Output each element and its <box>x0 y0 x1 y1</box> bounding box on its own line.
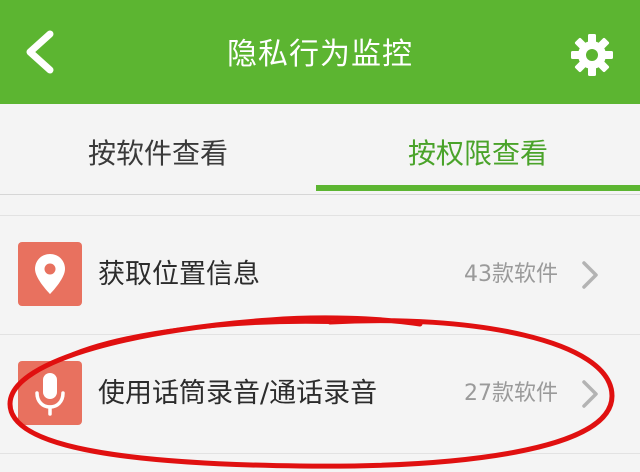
app-count: 43款软件 <box>464 262 558 287</box>
permission-list: 获取位置信息 43款软件 使用话筒录音/通话录音 27款软件 <box>0 215 640 454</box>
list-item-location[interactable]: 获取位置信息 43款软件 <box>0 216 640 335</box>
tab-by-permission[interactable]: 按权限查看 <box>316 104 640 194</box>
tab-bar: 按软件查看 按权限查看 <box>0 104 640 195</box>
microphone-icon <box>18 361 82 425</box>
page-title: 隐私行为监控 <box>227 37 413 72</box>
tab-selected-indicator <box>316 185 640 191</box>
title-bar: 隐私行为监控 <box>0 0 640 104</box>
chevron-right-icon <box>582 261 598 289</box>
tab-by-app[interactable]: 按软件查看 <box>0 104 316 194</box>
list-item-microphone[interactable]: 使用话筒录音/通话录音 27款软件 <box>0 335 640 454</box>
list-item-label: 获取位置信息 <box>98 259 260 290</box>
chevron-right-icon <box>582 380 598 408</box>
app-count: 27款软件 <box>464 381 558 406</box>
list-item-label: 使用话筒录音/通话录音 <box>98 378 378 409</box>
location-pin-icon <box>18 242 82 306</box>
gear-icon[interactable] <box>570 33 614 77</box>
